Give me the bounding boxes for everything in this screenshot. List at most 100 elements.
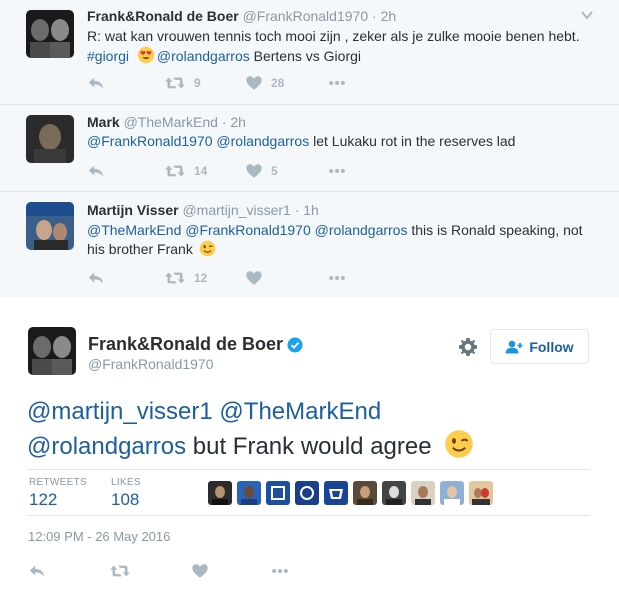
author-name[interactable]: Frank&Ronald de Boer — [87, 8, 239, 24]
more-icon — [328, 162, 346, 180]
author-handle[interactable]: @FrankRonald1970 — [243, 8, 369, 24]
liker-avatar[interactable] — [237, 481, 261, 505]
hashtag-link[interactable]: #giorgi — [87, 48, 129, 64]
retweet-count: 9 — [194, 76, 201, 90]
heart-icon — [245, 162, 263, 180]
like-count: 5 — [271, 164, 278, 178]
reply-button[interactable] — [87, 73, 105, 93]
gear-icon[interactable] — [459, 338, 477, 356]
wink-emoji-icon — [444, 429, 474, 459]
heart-eyes-emoji-icon — [137, 46, 155, 64]
mention-link[interactable]: @rolandgarros — [315, 222, 408, 238]
timestamp[interactable]: 1h — [303, 202, 319, 218]
author-name[interactable]: Mark — [87, 114, 120, 130]
verified-badge-icon — [287, 337, 303, 352]
liker-avatar[interactable] — [440, 481, 464, 505]
tweet-header: Martijn Visser @martijn_visser1 · 1h — [87, 202, 319, 218]
like-count: 28 — [271, 76, 285, 90]
author-handle[interactable]: @FrankRonald1970 — [88, 356, 214, 372]
more-icon — [328, 269, 346, 287]
mention-link[interactable]: @rolandgarros — [157, 48, 250, 64]
more-button[interactable] — [328, 161, 346, 181]
likes-label: LIKES — [111, 477, 141, 488]
liker-avatar[interactable] — [295, 481, 319, 505]
mention-link[interactable]: @FrankRonald1970 — [185, 222, 311, 238]
liker-avatar[interactable] — [411, 481, 435, 505]
more-button[interactable] — [328, 73, 346, 93]
reply-button[interactable] — [28, 561, 46, 581]
author-handle[interactable]: @martijn_visser1 — [182, 202, 290, 218]
chevron-down-icon[interactable] — [581, 10, 593, 20]
retweet-count: 12 — [194, 271, 208, 285]
reply-tweet[interactable]: Frank&Ronald de Boer @FrankRonald1970 · … — [0, 0, 619, 105]
avatar[interactable] — [26, 10, 74, 58]
liker-avatar[interactable] — [266, 481, 290, 505]
reply-thread: Frank&Ronald de Boer @FrankRonald1970 · … — [0, 0, 619, 297]
retweet-icon — [164, 269, 186, 287]
heart-icon — [245, 74, 263, 92]
mention-link[interactable]: @rolandgarros — [27, 433, 186, 460]
heart-icon — [191, 562, 209, 580]
mention-link[interactable]: @martijn_visser1 — [27, 398, 213, 425]
reply-button[interactable] — [87, 268, 105, 288]
like-button[interactable]: 28 — [245, 73, 284, 93]
follow-button[interactable]: Follow — [490, 329, 589, 364]
more-icon — [328, 74, 346, 92]
more-button[interactable] — [271, 561, 289, 581]
author-name[interactable]: Frank&Ronald de Boer — [88, 334, 283, 355]
reply-tweet[interactable]: Martijn Visser @martijn_visser1 · 1h @Th… — [0, 192, 619, 297]
reply-icon — [87, 74, 105, 92]
divider — [27, 469, 590, 470]
author-handle[interactable]: @TheMarkEnd — [124, 114, 218, 130]
tweet-text-tail: but Frank would agree — [186, 433, 432, 460]
tweet-text-tail: let Lukaku rot in the reserves lad — [309, 133, 516, 149]
reply-icon — [87, 269, 105, 287]
tweet-text-tail: Bertens vs Giorgi — [249, 48, 361, 64]
tweet-actions: 12 — [87, 268, 387, 288]
more-icon — [271, 562, 289, 580]
avatar[interactable] — [26, 115, 74, 163]
like-button[interactable] — [191, 561, 209, 581]
tweet-actions — [28, 561, 328, 581]
liker-avatar[interactable] — [324, 481, 348, 505]
avatar[interactable] — [28, 327, 76, 375]
mention-link[interactable]: @rolandgarros — [216, 133, 309, 149]
liker-avatars — [208, 481, 498, 505]
separator: · — [372, 8, 377, 24]
author-name[interactable]: Martijn Visser — [87, 202, 179, 218]
tweet-text: @TheMarkEnd @FrankRonald1970 @rolandgarr… — [87, 221, 602, 259]
tweet-text-line: his brother Frank — [87, 241, 193, 257]
tweet-actions: 9 28 — [87, 73, 387, 93]
retweet-button[interactable]: 9 — [164, 73, 201, 93]
retweet-button[interactable] — [109, 561, 131, 581]
mention-link[interactable]: @TheMarkEnd — [219, 398, 381, 425]
liker-avatar[interactable] — [382, 481, 406, 505]
retweet-button[interactable]: 14 — [164, 161, 207, 181]
like-button[interactable] — [245, 268, 263, 288]
liker-avatar[interactable] — [353, 481, 377, 505]
tweet-timestamp[interactable]: 12:09 PM - 26 May 2016 — [28, 529, 170, 544]
likes-count[interactable]: 108 — [111, 490, 139, 510]
author-name-row[interactable]: Frank&Ronald de Boer — [88, 334, 303, 355]
mention-link[interactable]: @TheMarkEnd — [87, 222, 181, 238]
timestamp[interactable]: 2h — [381, 8, 397, 24]
retweet-icon — [164, 162, 186, 180]
avatar[interactable] — [26, 202, 74, 250]
tweet-header: Frank&Ronald de Boer @FrankRonald1970 · … — [87, 8, 396, 24]
retweet-button[interactable]: 12 — [164, 268, 207, 288]
retweets-label: RETWEETS — [29, 477, 87, 488]
retweets-count[interactable]: 122 — [29, 490, 57, 510]
like-button[interactable]: 5 — [245, 161, 278, 181]
retweet-count: 14 — [194, 164, 208, 178]
timestamp[interactable]: 2h — [230, 114, 246, 130]
mention-link[interactable]: @FrankRonald1970 — [87, 133, 213, 149]
tweet-header: Mark @TheMarkEnd · 2h — [87, 114, 246, 130]
reply-tweet[interactable]: Mark @TheMarkEnd · 2h @FrankRonald1970 @… — [0, 105, 619, 192]
more-button[interactable] — [328, 268, 346, 288]
liker-avatar[interactable] — [469, 481, 493, 505]
divider — [27, 515, 590, 516]
separator: · — [221, 114, 227, 130]
reply-button[interactable] — [87, 161, 105, 181]
reply-icon — [28, 562, 46, 580]
liker-avatar[interactable] — [208, 481, 232, 505]
